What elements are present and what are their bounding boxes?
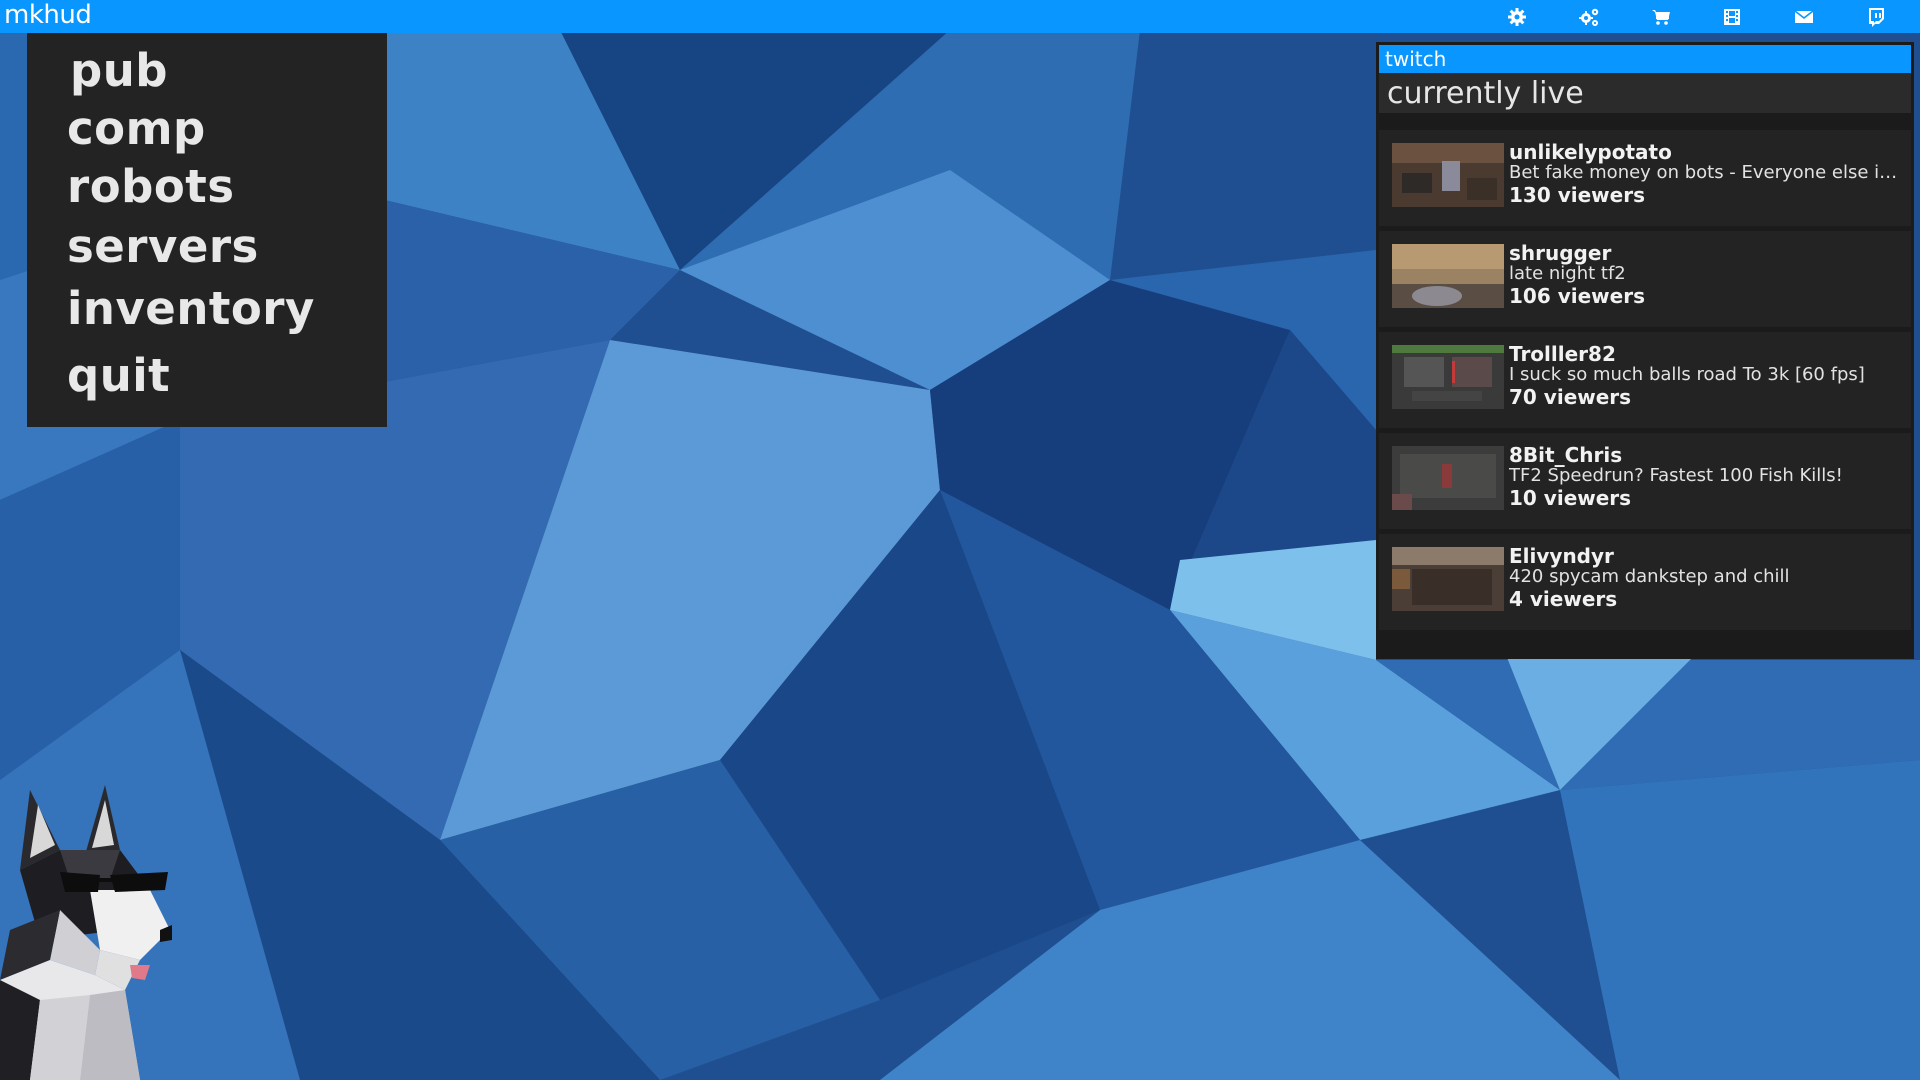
stream-viewers: 10 viewers [1509,486,1632,510]
twitch-panel: twitch currently live unlikelypotato Bet… [1376,42,1914,659]
stream-title: TF2 Speedrun? Fastest 100 Fish Kills! [1509,465,1843,486]
twitch-panel-subheader: currently live [1379,73,1911,113]
twitch-icon[interactable] [1864,6,1888,28]
stream-title: 420 spycam dankstep and chill [1509,566,1790,587]
mail-icon[interactable] [1792,6,1816,28]
stream-viewers: 70 viewers [1509,385,1632,409]
twitch-panel-header: twitch [1379,45,1911,73]
stream-item[interactable]: unlikelypotato Bet fake money on bots - … [1379,130,1911,226]
stream-title: I suck so much balls road To 3k [60 fps] [1509,364,1865,385]
stream-title: late night tf2 [1509,263,1626,284]
stream-name: Trolller82 [1509,342,1616,366]
film-icon[interactable] [1720,6,1744,28]
gear-icon[interactable] [1505,6,1529,28]
stream-item[interactable]: shrugger late night tf2 106 viewers [1379,231,1911,327]
top-bar: mkhud [0,0,1920,33]
stream-name: 8Bit_Chris [1509,443,1623,467]
stream-title: Bet fake money on bots - Everyone else i… [1509,162,1904,183]
stream-viewers: 130 viewers [1509,183,1645,207]
menu-item-robots[interactable]: robots [67,160,235,213]
menu-item-servers[interactable]: servers [67,220,259,273]
menu-item-comp[interactable]: comp [67,102,206,155]
stream-item[interactable]: Trolller82 I suck so much balls road To … [1379,332,1911,428]
stream-thumbnail [1392,345,1504,409]
stream-thumbnail [1392,446,1504,510]
stream-viewers: 4 viewers [1509,587,1618,611]
husky-mascot-image [0,785,172,1080]
stream-name: Elivyndyr [1509,544,1614,568]
stream-item[interactable]: 8Bit_Chris TF2 Speedrun? Fastest 100 Fis… [1379,433,1911,529]
stream-name: unlikelypotato [1509,140,1672,164]
app-title: mkhud [4,0,92,30]
main-menu: pub comp robots servers inventory quit [27,33,387,427]
menu-item-pub[interactable]: pub [70,44,168,97]
stream-name: shrugger [1509,241,1612,265]
cart-icon[interactable] [1649,6,1673,28]
menu-item-inventory[interactable]: inventory [67,282,315,335]
stream-item[interactable]: Elivyndyr 420 spycam dankstep and chill … [1379,534,1911,630]
stream-viewers: 106 viewers [1509,284,1645,308]
stream-thumbnail [1392,244,1504,308]
stream-thumbnail [1392,143,1504,207]
menu-item-quit[interactable]: quit [67,349,170,402]
stream-thumbnail [1392,547,1504,611]
gears-icon[interactable] [1577,6,1601,28]
